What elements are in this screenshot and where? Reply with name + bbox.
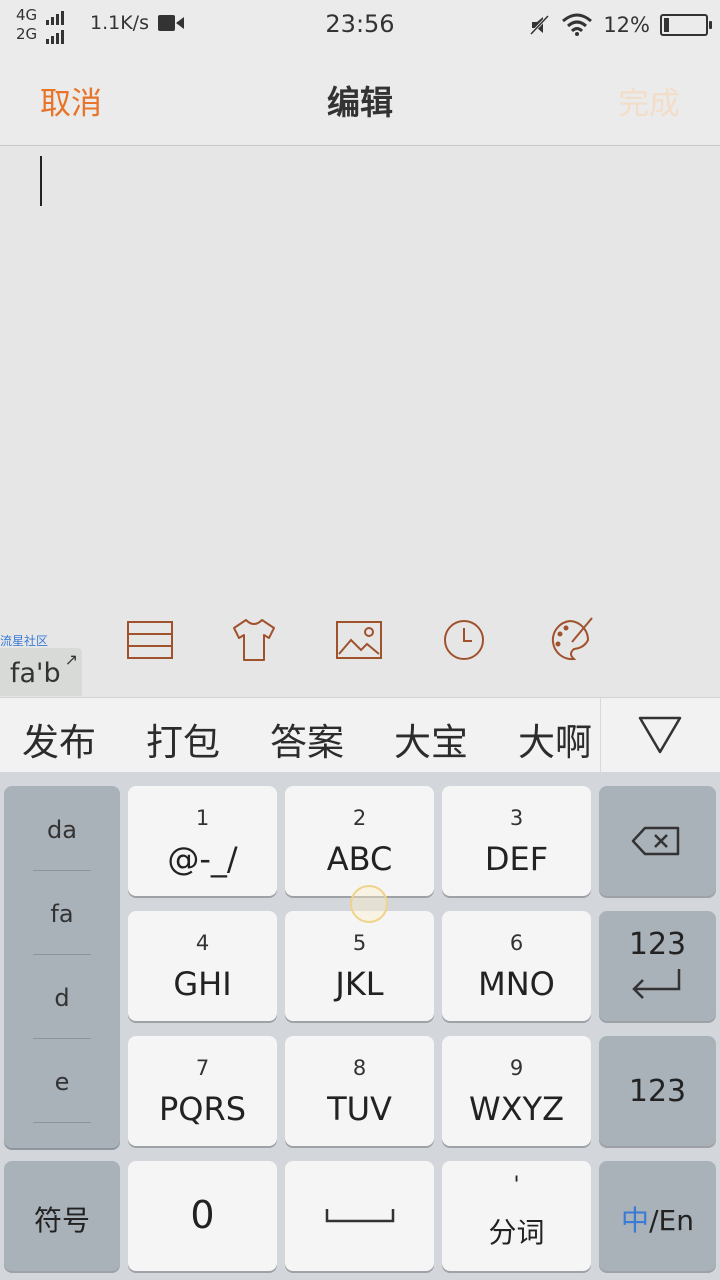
segment-mark: ' [513, 1173, 520, 1198]
pinyin-option-4[interactable]: e [4, 1040, 120, 1124]
key-letters: @-_/ [167, 840, 238, 878]
pinyin-option-2[interactable]: fa [4, 872, 120, 956]
language-switch-label: 中/En [599, 1199, 716, 1239]
numeric-key-label: 123 [628, 1074, 687, 1109]
candidate-4[interactable]: 大宝 [394, 712, 468, 766]
candidate-bar: 发布 打包 答案 大宝 大啊 [0, 697, 720, 773]
mute-icon [530, 14, 550, 36]
key-number: 5 [352, 931, 367, 955]
candidate-5[interactable]: 大啊 [518, 712, 592, 766]
battery-percent: 12% [603, 13, 650, 37]
symbols-key-label: 符号 [33, 1204, 90, 1237]
key-letters: DEF [484, 840, 549, 878]
text-editor[interactable] [0, 146, 720, 616]
segment-key[interactable]: ' 分词 [442, 1161, 591, 1271]
touch-indicator [350, 885, 388, 923]
divider [33, 1038, 91, 1039]
language-switch-key[interactable]: 中/En [599, 1161, 716, 1271]
enter-icon [632, 969, 681, 999]
backspace-icon [631, 826, 680, 856]
enter-key-label: 123 [628, 927, 687, 962]
divider [33, 1122, 91, 1123]
key-number: 1 [195, 806, 210, 830]
divider [600, 698, 601, 772]
key-letters: PQRS [158, 1090, 247, 1128]
key-7[interactable]: 7 PQRS [128, 1036, 277, 1146]
key-number: 7 [195, 1056, 210, 1080]
key-1[interactable]: 1 @-_/ [128, 786, 277, 896]
key-letters: MNO [478, 965, 555, 1003]
status-right: 12% [529, 10, 712, 40]
lang-en-label: /En [649, 1204, 694, 1237]
zero-key-label: 0 [190, 1193, 215, 1237]
key-number: 8 [352, 1056, 367, 1080]
symbols-key[interactable]: 符号 [4, 1161, 120, 1271]
space-icon [325, 1209, 395, 1223]
key-4[interactable]: 4 GHI [128, 911, 277, 1021]
collapse-triangle-icon[interactable] [634, 712, 686, 758]
candidate-3[interactable]: 答案 [270, 712, 344, 766]
text-caret [40, 156, 42, 206]
clock-icon[interactable] [438, 614, 490, 666]
key-letters: TUV [327, 1090, 392, 1128]
key-letters: JKL [335, 965, 384, 1003]
key-9[interactable]: 9 WXYZ [442, 1036, 591, 1146]
key-number: 3 [509, 806, 524, 830]
key-number: 2 [352, 806, 367, 830]
candidate-2[interactable]: 打包 [146, 712, 220, 766]
key-number: 9 [509, 1056, 524, 1080]
editor-toolbar [0, 610, 720, 696]
key-letters: WXYZ [468, 1090, 565, 1128]
keyboard: da fa d e 1 @-_/ 2 ABC 3 DEF 4 GHI 5 JKL… [0, 772, 720, 1280]
wifi-icon [562, 13, 593, 36]
key-8[interactable]: 8 TUV [285, 1036, 434, 1146]
key-6[interactable]: 6 MNO [442, 911, 591, 1021]
image-icon[interactable] [333, 614, 385, 666]
divider [33, 954, 91, 955]
lang-zh-label: 中 [621, 1204, 650, 1237]
enter-key[interactable]: 123 [599, 911, 716, 1021]
key-number: 6 [509, 931, 524, 955]
key-2[interactable]: 2 ABC [285, 786, 434, 896]
numeric-key[interactable]: 123 [599, 1036, 716, 1146]
space-key[interactable] [285, 1161, 434, 1271]
page-title: 编辑 [327, 83, 393, 122]
shirt-icon[interactable] [228, 614, 280, 666]
divider [33, 870, 91, 871]
key-letters: GHI [173, 965, 232, 1003]
candidate-1[interactable]: 发布 [22, 712, 96, 766]
battery-icon [660, 14, 712, 36]
key-0[interactable]: 0 [128, 1161, 277, 1271]
nav-bar: 取消 编辑 完成 [0, 50, 720, 146]
done-button[interactable]: 完成 [618, 78, 680, 123]
segment-key-label: 分词 [488, 1216, 545, 1249]
pinyin-options-column[interactable]: da fa d e [4, 786, 120, 1148]
pinyin-option-1[interactable]: da [4, 788, 120, 872]
key-letters: ABC [326, 840, 393, 878]
battery-fill [664, 18, 669, 32]
key-number: 4 [195, 931, 210, 955]
status-bar: 4G 2G 1.1K/s 23:56 12% [0, 0, 720, 50]
key-3[interactable]: 3 DEF [442, 786, 591, 896]
key-5[interactable]: 5 JKL [285, 911, 434, 1021]
pinyin-option-3[interactable]: d [4, 956, 120, 1040]
backspace-key[interactable] [599, 786, 716, 896]
list-icon[interactable] [124, 614, 176, 666]
palette-icon[interactable] [544, 614, 596, 666]
